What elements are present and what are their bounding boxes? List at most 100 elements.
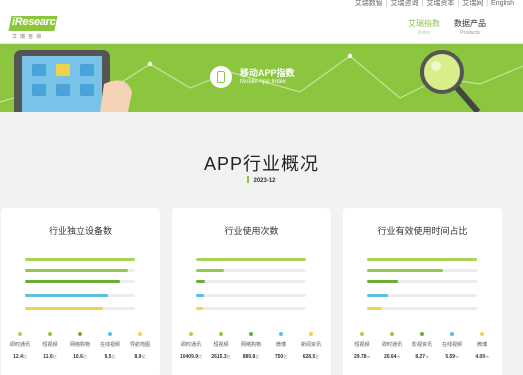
- legend-name: 短视频: [42, 342, 58, 348]
- legend-item: 即时通讯 20.64%: [377, 332, 407, 360]
- legend-dot-icon: [108, 332, 112, 336]
- bar-fill[interactable]: [196, 294, 204, 297]
- legend-dot-icon: [48, 332, 52, 336]
- bar-fill[interactable]: [367, 294, 388, 297]
- legend-item: 新闻资讯 628.5亿: [296, 332, 326, 360]
- legend-item: 即时通讯 12.4亿: [5, 332, 35, 360]
- legend-name: 网络购物: [240, 342, 261, 348]
- legend-item: 短视频 2615.3亿: [206, 332, 236, 360]
- nav-item-products[interactable]: 数据产品 Products: [450, 18, 490, 36]
- iresearch-logo[interactable]: iResearch 艾瑞咨询: [8, 14, 62, 40]
- legend-value-unit: 亿: [52, 354, 57, 359]
- top-link-iresearch-capital[interactable]: 艾瑞资本: [423, 0, 457, 7]
- page-title: APP行业概况: [203, 154, 320, 174]
- card-device-count[interactable]: 行业独立设备数 即时通讯 12.4亿 短视频 11.6亿 网络购物 10.6亿 在线视频 9.…: [1, 208, 160, 375]
- legend-value-number: 29.78: [353, 354, 367, 360]
- bar-track: [196, 258, 306, 261]
- bar-track: [367, 307, 477, 310]
- trend-point-icon: [347, 53, 353, 59]
- legend-value: 9.5亿: [95, 354, 125, 360]
- legend-dot-icon: [279, 332, 283, 336]
- legend-name: 在线视频: [441, 342, 462, 348]
- legend-value: 20.64%: [377, 354, 407, 360]
- logo-text: iResearch: [12, 16, 62, 28]
- legend-value-unit: %: [366, 354, 371, 359]
- nav-label: 数据产品: [454, 19, 486, 28]
- legend-value: 10.6亿: [65, 354, 95, 360]
- tablet-icon: [14, 50, 110, 112]
- legend-dot-icon: [480, 332, 484, 336]
- legend-value-number: 628.5: [302, 354, 316, 360]
- bar-fill[interactable]: [25, 294, 108, 297]
- legend-dot-icon: [219, 332, 223, 336]
- logo-subtitle: 艾瑞咨询: [12, 34, 45, 40]
- legend-value-number: 12.4: [13, 354, 23, 360]
- legend-value-number: 2615.3: [211, 354, 227, 360]
- legend-value-number: 20.64: [383, 354, 397, 360]
- legend-name: 短视频: [354, 342, 370, 348]
- date-marker: [247, 176, 250, 183]
- bar-fill[interactable]: [25, 269, 129, 272]
- nav-item-iindex[interactable]: 艾瑞指数 iIndex: [404, 18, 444, 36]
- bar-fill[interactable]: [367, 269, 443, 272]
- legend-value-unit: %: [485, 354, 489, 359]
- legend-item: 短视频 29.78%: [347, 332, 377, 360]
- bar-fill[interactable]: [25, 307, 104, 310]
- legend-item: 网络购物 889.8亿: [236, 332, 266, 360]
- legend-dot-icon: [138, 332, 142, 336]
- legend-name: 影视资讯: [411, 342, 432, 348]
- nav-label-en: iIndex: [417, 30, 431, 36]
- top-link-iresearch-net[interactable]: 艾瑞网: [459, 0, 486, 7]
- legend-value-unit: 亿: [255, 354, 260, 359]
- legend-value-unit: 亿: [22, 354, 27, 359]
- bar-track: [25, 280, 135, 283]
- bar-fill[interactable]: [367, 280, 398, 283]
- legend-name: 微博: [476, 342, 487, 348]
- top-link-iresearch-data[interactable]: 艾瑞数智: [352, 0, 386, 7]
- report-date: 2023-12: [253, 178, 276, 184]
- legend-value-number: 10409.9: [179, 354, 199, 360]
- legend-item: 在线视频 5.59%: [437, 332, 467, 360]
- bar-fill[interactable]: [196, 258, 306, 261]
- bar-track: [367, 258, 477, 261]
- card-usage-count[interactable]: 行业使用次数 即时通讯 10409.9亿 短视频 2615.3亿 网络购物 889.8亿微…: [172, 208, 331, 375]
- legend-dot-icon: [390, 332, 394, 336]
- bar-fill[interactable]: [196, 280, 206, 283]
- bar-track: [367, 269, 477, 272]
- legend-dot-icon: [450, 332, 454, 336]
- legend-item: 即时通讯 10409.9亿: [176, 332, 206, 360]
- legend-name: 即时通讯: [180, 342, 201, 348]
- legend-dot-icon: [18, 332, 22, 336]
- bar-track: [367, 294, 477, 297]
- card-usage-time-share[interactable]: 行业有效使用时间占比 短视频 29.78% 即时通讯 20.64% 影视资讯 8.27% 在…: [343, 208, 502, 375]
- trend-point-icon: [147, 61, 153, 67]
- bar-fill[interactable]: [25, 258, 135, 261]
- legend-value-unit: %: [455, 354, 459, 359]
- bar-fill[interactable]: [367, 258, 477, 261]
- bar-track: [367, 280, 477, 283]
- legend-item: 微博 750亿: [266, 332, 296, 360]
- bar-track: [25, 258, 135, 261]
- legend-value-number: 11.6: [43, 354, 53, 360]
- hand-icon: [100, 80, 132, 112]
- bar-track: [196, 269, 306, 272]
- legend-item: 微博 4.09%: [467, 332, 497, 360]
- legend-name: 导航地图: [129, 342, 150, 348]
- legend-value: 11.6亿: [35, 354, 65, 360]
- legend-item: 在线视频 9.5亿: [95, 332, 125, 360]
- bar-fill[interactable]: [196, 269, 224, 272]
- legend-value-number: 750: [274, 354, 284, 360]
- legend-dot-icon: [249, 332, 253, 336]
- bar-track: [25, 294, 135, 297]
- legend-value-number: 5.59: [445, 354, 456, 360]
- bar-fill[interactable]: [196, 307, 203, 310]
- top-link-english[interactable]: English: [488, 0, 517, 7]
- bar-track: [196, 307, 306, 310]
- bar-fill[interactable]: [25, 280, 120, 283]
- legend-value: 889.8亿: [236, 354, 266, 360]
- legend-name: 短视频: [213, 342, 229, 348]
- bar-fill[interactable]: [367, 307, 383, 310]
- legend-value: 5.59%: [437, 354, 467, 360]
- legend-value-unit: %: [396, 354, 401, 359]
- top-link-iresearch-consulting[interactable]: 艾瑞咨询: [388, 0, 422, 7]
